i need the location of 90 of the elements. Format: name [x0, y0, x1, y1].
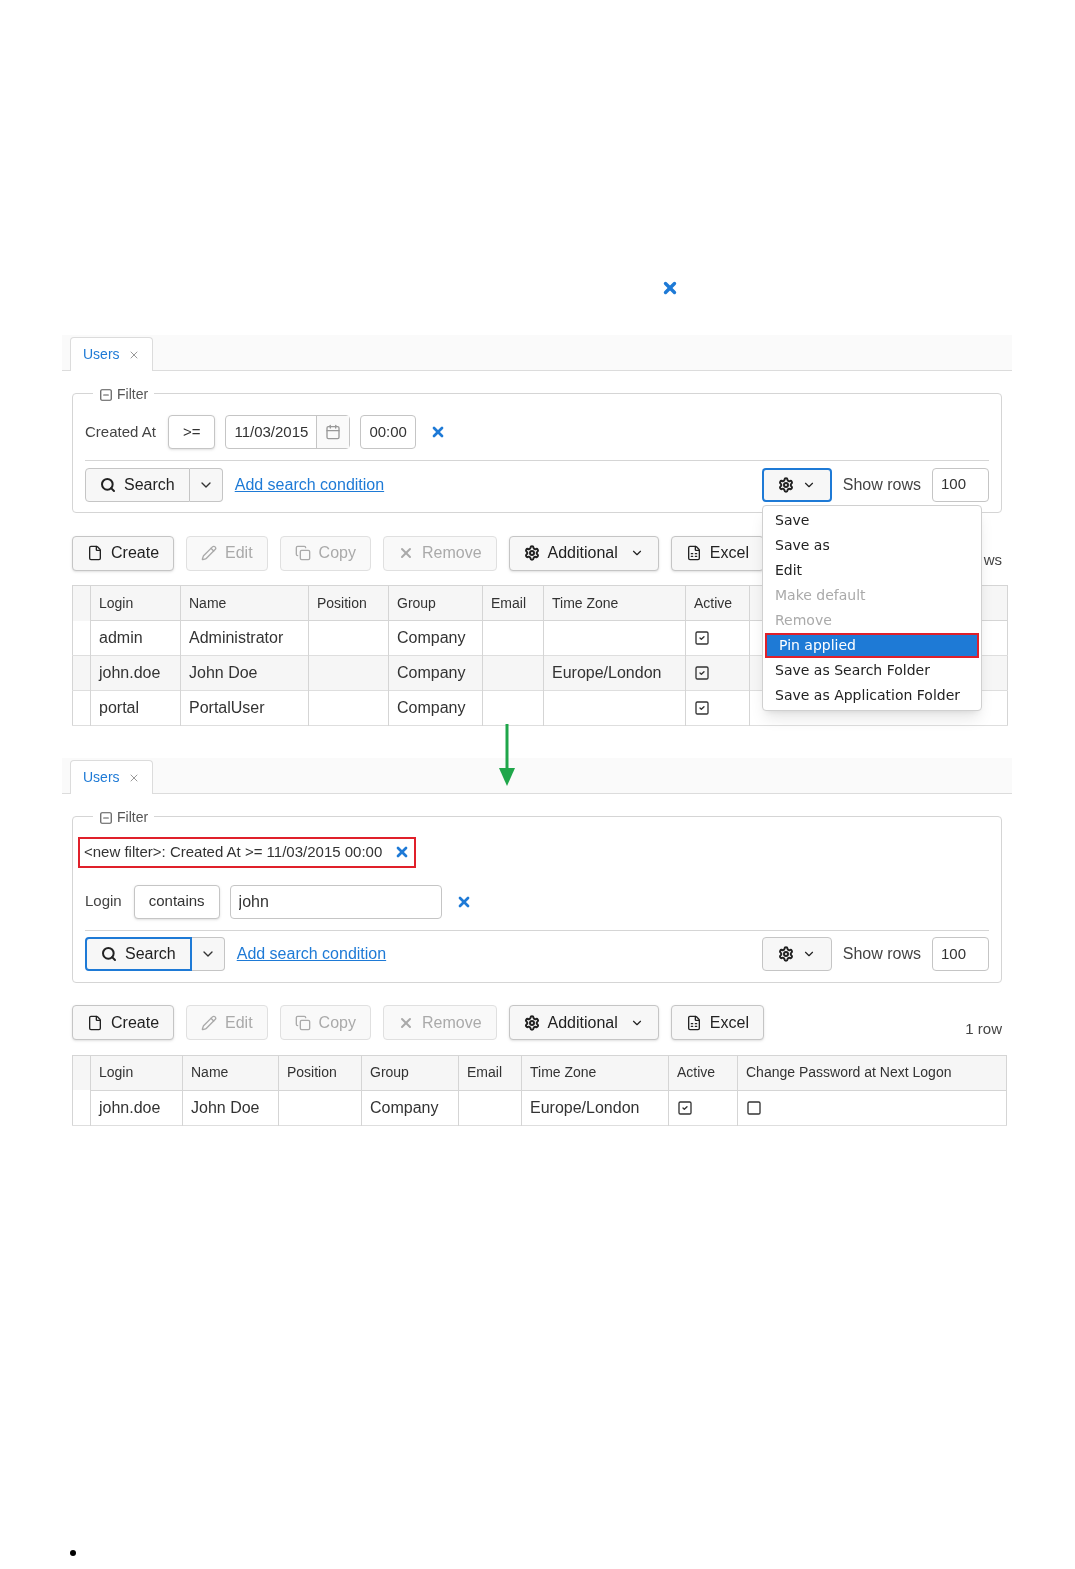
pencil-icon [201, 545, 218, 561]
applied-filter: <new filter>: Created At >= 11/03/2015 00:00 [78, 837, 417, 868]
condition-label: Login [85, 891, 122, 912]
calendar-icon[interactable] [325, 424, 342, 440]
filter-legend: Filter [117, 807, 149, 828]
search-icon [101, 946, 117, 962]
checkbox[interactable] [677, 1099, 693, 1116]
close-icon[interactable] [661, 279, 679, 297]
condition-label: Created At [85, 421, 156, 442]
table-cell: Company [388, 620, 483, 656]
show-rows-label: Show rows [842, 474, 921, 495]
table-cell: PortalUser [180, 690, 309, 726]
menu-item[interactable]: Pin applied [765, 633, 979, 658]
rows-count: 1 row [965, 1019, 1002, 1039]
gear-icon [523, 1014, 540, 1031]
value-field[interactable]: john [229, 884, 442, 919]
additional-button[interactable]: Additional [508, 535, 659, 571]
file-icon [87, 1014, 103, 1031]
column-header[interactable]: Email [458, 1055, 522, 1090]
copy-icon [294, 545, 311, 561]
date-field[interactable]: 11/03/2015 [225, 415, 351, 449]
time-field[interactable]: 00:00 [360, 415, 416, 449]
column-header[interactable]: Position [308, 585, 389, 621]
copy-icon [294, 1014, 311, 1031]
column-header[interactable]: Group [361, 1055, 459, 1090]
checkbox[interactable] [694, 630, 710, 646]
create-button[interactable]: Create [72, 535, 175, 571]
excel-button[interactable]: Excel [670, 1005, 764, 1040]
gear-icon [523, 545, 540, 561]
table-cell: Company [388, 655, 483, 691]
pencil-icon [201, 1014, 218, 1031]
create-button[interactable]: Create [72, 1005, 175, 1040]
menu-item[interactable]: Edit [763, 558, 981, 583]
table-cell: portal [90, 690, 181, 726]
show-rows-field[interactable]: 100 [932, 467, 989, 502]
table-cell: Administrator [180, 620, 309, 656]
column-header[interactable]: Active [685, 585, 750, 621]
table-cell: john.doe [90, 1090, 183, 1125]
users-tab[interactable]: Users [70, 760, 153, 794]
table-cell: Company [388, 690, 483, 726]
table-cell: John Doe [180, 655, 309, 691]
menu-item[interactable]: Save as Application Folder [763, 683, 981, 708]
add-condition-link[interactable]: Add search condition [234, 472, 385, 497]
spreadsheet-icon [685, 1014, 702, 1031]
additional-button[interactable]: Additional [508, 1005, 659, 1040]
column-header[interactable]: Login [90, 1055, 183, 1090]
settings-button[interactable] [761, 937, 832, 971]
column-header[interactable]: Change Password at Next Logon [737, 1055, 1007, 1090]
add-condition-link[interactable]: Add search condition [236, 942, 387, 966]
dropdown-button[interactable] [191, 937, 225, 971]
menu-item[interactable]: Save as [763, 533, 981, 558]
users-tab[interactable]: Users [70, 337, 153, 371]
show-rows-label: Show rows [842, 944, 921, 964]
column-header[interactable]: Time Zone [521, 1055, 669, 1090]
search-button[interactable]: Search [85, 937, 192, 971]
excel-button[interactable]: Excel [670, 535, 764, 571]
column-header[interactable]: Time Zone [543, 585, 686, 621]
checkbox[interactable] [694, 700, 710, 716]
checkbox[interactable] [746, 1099, 762, 1116]
operator-button[interactable]: contains [133, 884, 220, 919]
filter-legend: Filter [117, 384, 149, 405]
file-icon [87, 545, 103, 561]
menu-item[interactable]: Save [763, 508, 981, 533]
column-header[interactable]: Group [388, 585, 483, 621]
collapse-icon[interactable] [99, 810, 113, 825]
checkbox[interactable] [694, 665, 710, 681]
column-header[interactable]: Email [482, 585, 544, 621]
down-arrow [498, 724, 516, 786]
table-cell: admin [90, 620, 181, 656]
table-cell: John Doe [182, 1090, 279, 1125]
rows-count: ws [983, 549, 1002, 570]
table-cell: john.doe [90, 655, 181, 691]
column-header[interactable]: Login [90, 585, 181, 621]
operator-button[interactable]: >= [167, 415, 216, 449]
column-header[interactable]: Position [278, 1055, 362, 1090]
table-cell: Company [361, 1090, 459, 1125]
show-rows-field[interactable]: 100 [932, 937, 989, 971]
search-button[interactable]: Search [85, 467, 190, 502]
settings-button[interactable] [761, 467, 832, 502]
search-icon [100, 476, 116, 493]
spreadsheet-icon [685, 545, 702, 561]
column-header[interactable]: Name [180, 585, 309, 621]
collapse-icon[interactable] [99, 387, 113, 402]
menu-item[interactable]: Save as Search Folder [763, 658, 981, 683]
gear-icon [777, 946, 794, 962]
column-header[interactable]: Name [182, 1055, 279, 1090]
table-cell: Europe/London [543, 655, 686, 691]
column-header[interactable]: Active [668, 1055, 738, 1090]
gear-icon [777, 476, 794, 493]
table-cell: Europe/London [521, 1090, 669, 1125]
